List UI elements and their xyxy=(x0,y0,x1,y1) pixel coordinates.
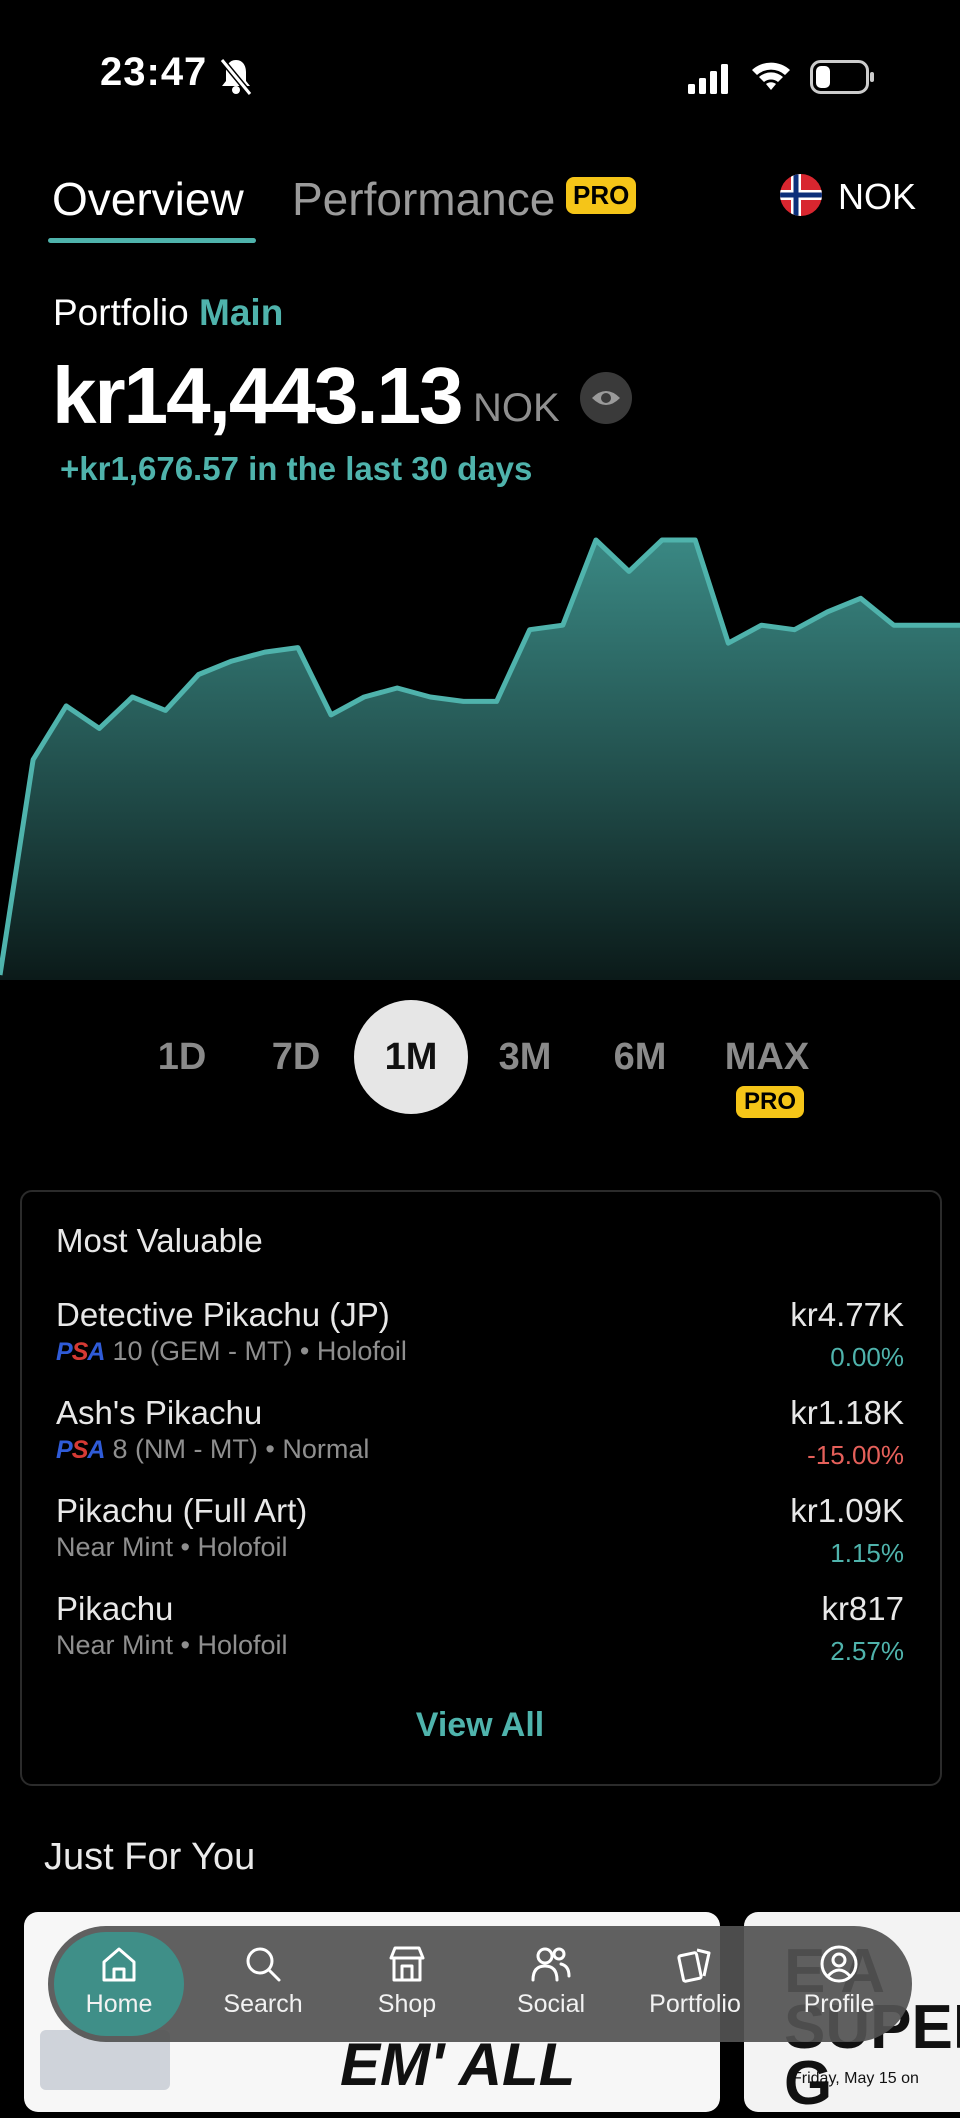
cards-icon xyxy=(677,1948,711,1983)
promo-date: Friday, May 15 on xyxy=(792,2070,919,2087)
item-details: Near Mint • Holofoil xyxy=(56,1532,288,1562)
item-details: PSA 8 (NM - MT) • Normal xyxy=(56,1434,369,1465)
profile-icon xyxy=(820,1945,858,1983)
nav-home-label: Home xyxy=(85,1990,153,2018)
portfolio-value: kr14,443.13 xyxy=(52,351,464,440)
item-change: -15.00% xyxy=(807,1440,904,1470)
norway-flag-icon[interactable] xyxy=(780,174,822,216)
nav-search-label: Search xyxy=(223,1990,303,2018)
tab-overview-indicator xyxy=(48,238,256,243)
psa-logo: PSA xyxy=(56,1338,105,1366)
range-1m[interactable]: 1M xyxy=(351,1036,471,1079)
item-change: 2.57% xyxy=(830,1636,904,1666)
nav-portfolio-label: Portfolio xyxy=(649,1990,741,2018)
portfolio-label-text: Portfolio xyxy=(53,292,189,333)
item-details-text: 10 (GEM - MT) • Holofoil xyxy=(112,1336,407,1366)
item-details-text: 8 (NM - MT) • Normal xyxy=(112,1434,370,1464)
nav-profile-label: Profile xyxy=(803,1990,875,2018)
item-value: kr4.77K xyxy=(790,1296,904,1333)
range-7d[interactable]: 7D xyxy=(236,1036,356,1079)
item-details: PSA 10 (GEM - MT) • Holofoil xyxy=(56,1336,407,1367)
nav-search[interactable]: Search xyxy=(198,1932,328,2036)
range-3m[interactable]: 3M xyxy=(465,1036,585,1079)
range-1d[interactable]: 1D xyxy=(122,1036,242,1079)
portfolio-label[interactable]: Portfolio Main xyxy=(53,292,283,334)
range-max-pro-badge: PRO xyxy=(736,1086,805,1118)
item-value: kr817 xyxy=(821,1590,904,1627)
visibility-toggle-button[interactable] xyxy=(580,372,632,424)
battery-icon xyxy=(810,60,874,94)
nav-profile[interactable]: Profile xyxy=(774,1932,904,2036)
item-name[interactable]: Detective Pikachu (JP) xyxy=(56,1296,390,1334)
portfolio-currency: NOK xyxy=(473,386,560,430)
eye-icon xyxy=(592,391,620,405)
nav-portfolio[interactable]: Portfolio xyxy=(630,1932,760,2036)
nav-shop[interactable]: Shop xyxy=(342,1932,472,2036)
item-name[interactable]: Pikachu xyxy=(56,1590,173,1628)
nav-home[interactable]: Home xyxy=(54,1932,184,2036)
item-value: kr1.18K xyxy=(790,1394,904,1431)
wifi-icon xyxy=(752,62,790,90)
portfolio-change: +kr1,676.57 in the last 30 days xyxy=(60,450,533,487)
home-icon xyxy=(102,1947,136,1982)
item-value: kr1.09K xyxy=(790,1492,904,1529)
just-for-you-title: Just For You xyxy=(44,1836,256,1878)
performance-pro-badge: PRO xyxy=(566,177,637,214)
portfolio-chart[interactable] xyxy=(0,520,960,980)
silent-bell-icon xyxy=(219,58,253,96)
item-details: Near Mint • Holofoil xyxy=(56,1630,288,1660)
item-name[interactable]: Ash's Pikachu xyxy=(56,1394,262,1432)
nav-social[interactable]: Social xyxy=(486,1932,616,2036)
most-valuable-title: Most Valuable xyxy=(56,1222,263,1259)
psa-logo: PSA xyxy=(56,1436,105,1464)
tab-performance[interactable]: Performance xyxy=(292,172,555,226)
currency-selector[interactable]: NOK xyxy=(838,176,916,218)
status-time: 23:47 xyxy=(100,50,208,94)
chart-area-fill xyxy=(0,540,960,980)
nav-shop-label: Shop xyxy=(377,1990,437,2018)
portfolio-name[interactable]: Main xyxy=(199,292,283,333)
social-icon xyxy=(531,1947,571,1982)
shop-icon xyxy=(389,1946,425,1982)
item-change: 1.15% xyxy=(830,1538,904,1568)
search-icon xyxy=(246,1947,281,1982)
item-change: 0.00% xyxy=(830,1342,904,1372)
range-max[interactable]: MAX xyxy=(707,1036,827,1079)
item-name[interactable]: Pikachu (Full Art) xyxy=(56,1492,307,1530)
signal-icon xyxy=(688,64,728,94)
nav-social-label: Social xyxy=(516,1990,586,2018)
range-6m[interactable]: 6M xyxy=(580,1036,700,1079)
tab-overview[interactable]: Overview xyxy=(52,172,244,226)
most-valuable-card xyxy=(20,1190,942,1786)
view-all-button[interactable]: View All xyxy=(0,1706,960,1745)
